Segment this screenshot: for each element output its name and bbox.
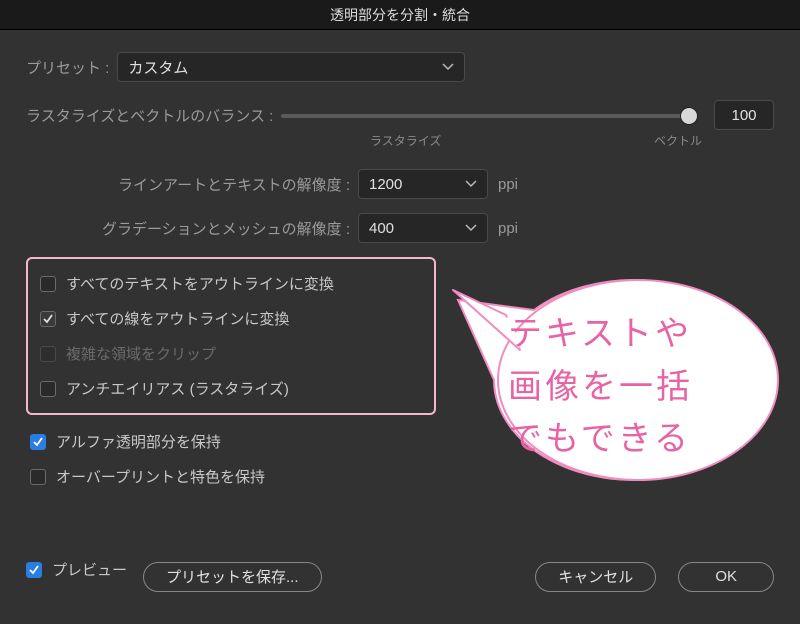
- checkbox-stroke-outline[interactable]: すべての線をアウトラインに変換: [40, 308, 422, 329]
- chevron-down-icon: [465, 180, 477, 188]
- annotation-text: テキストや 画像を一括 でもできる: [508, 308, 693, 466]
- ppi-unit: ppi: [498, 220, 518, 237]
- checkbox-preview[interactable]: プレビュー: [26, 559, 127, 580]
- checkbox-disabled-icon: [40, 346, 56, 362]
- checkbox-label: プレビュー: [52, 559, 127, 580]
- checkbox-label: すべてのテキストをアウトラインに変換: [66, 273, 334, 294]
- balance-label: ラスタライズとベクトルのバランス :: [26, 105, 273, 126]
- ppi-unit: ppi: [498, 176, 518, 193]
- checkbox-label: 複雑な領域をクリップ: [66, 343, 216, 364]
- balance-right-label: ベクトル: [654, 132, 702, 149]
- gradient-res-label: グラデーションとメッシュの解像度 :: [26, 218, 350, 239]
- checkbox-label: オーバープリントと特色を保持: [56, 466, 265, 487]
- preset-select[interactable]: カスタム: [117, 52, 465, 82]
- checkbox-label: アルファ透明部分を保持: [56, 431, 221, 452]
- cancel-button[interactable]: キャンセル: [535, 562, 656, 592]
- window-title: 透明部分を分割・統合: [330, 5, 470, 25]
- checkbox-antialias[interactable]: アンチエイリアス (ラスタライズ): [40, 378, 422, 399]
- slider-thumb[interactable]: [680, 107, 698, 125]
- line-art-res-select[interactable]: 1200: [358, 169, 488, 199]
- gradient-res-select[interactable]: 400: [358, 213, 488, 243]
- line-art-res-value: 1200: [369, 176, 402, 193]
- window-titlebar: 透明部分を分割・統合: [0, 0, 800, 30]
- line-art-res-label: ラインアートとテキストの解像度 :: [26, 174, 350, 195]
- save-preset-button[interactable]: プリセットを保存...: [143, 562, 322, 592]
- slider-track: [281, 114, 698, 118]
- checkbox-text-outline[interactable]: すべてのテキストをアウトラインに変換: [40, 273, 422, 294]
- gradient-res-row: グラデーションとメッシュの解像度 : 400 ppi: [26, 213, 774, 243]
- bottom-bar: プレビュー プリセットを保存... キャンセル OK: [26, 559, 774, 594]
- chevron-down-icon: [442, 63, 454, 71]
- annotation-bubble: テキストや 画像を一括 でもできる: [448, 270, 780, 490]
- balance-slider[interactable]: [281, 104, 698, 126]
- checkbox-icon: [40, 381, 56, 397]
- preset-row: プリセット : カスタム: [26, 52, 774, 82]
- highlighted-check-group: すべてのテキストをアウトラインに変換 すべての線をアウトラインに変換 複雑な領域…: [26, 257, 436, 415]
- checkbox-icon: [40, 276, 56, 292]
- balance-left-label: ラスタライズ: [370, 132, 441, 149]
- checkbox-label: すべての線をアウトラインに変換: [66, 308, 289, 329]
- checkbox-checked-icon: [40, 311, 56, 327]
- checkbox-checked-icon: [30, 434, 46, 450]
- checkbox-clip-complex: 複雑な領域をクリップ: [40, 343, 422, 364]
- gradient-res-value: 400: [369, 220, 394, 237]
- checkbox-icon: [30, 469, 46, 485]
- dialog-content: プリセット : カスタム ラスタライズとベクトルのバランス : ラスタライズ ベ…: [0, 30, 800, 624]
- balance-row: ラスタライズとベクトルのバランス :: [26, 100, 774, 130]
- checkbox-checked-icon: [26, 562, 42, 578]
- balance-value-input[interactable]: [714, 100, 774, 130]
- line-art-res-row: ラインアートとテキストの解像度 : 1200 ppi: [26, 169, 774, 199]
- chevron-down-icon: [465, 224, 477, 232]
- balance-axis-labels: ラスタライズ ベクトル: [26, 132, 774, 149]
- checkbox-label: アンチエイリアス (ラスタライズ): [66, 378, 289, 399]
- ok-button[interactable]: OK: [678, 562, 774, 592]
- preset-label: プリセット :: [26, 57, 109, 78]
- preset-value: カスタム: [128, 57, 188, 78]
